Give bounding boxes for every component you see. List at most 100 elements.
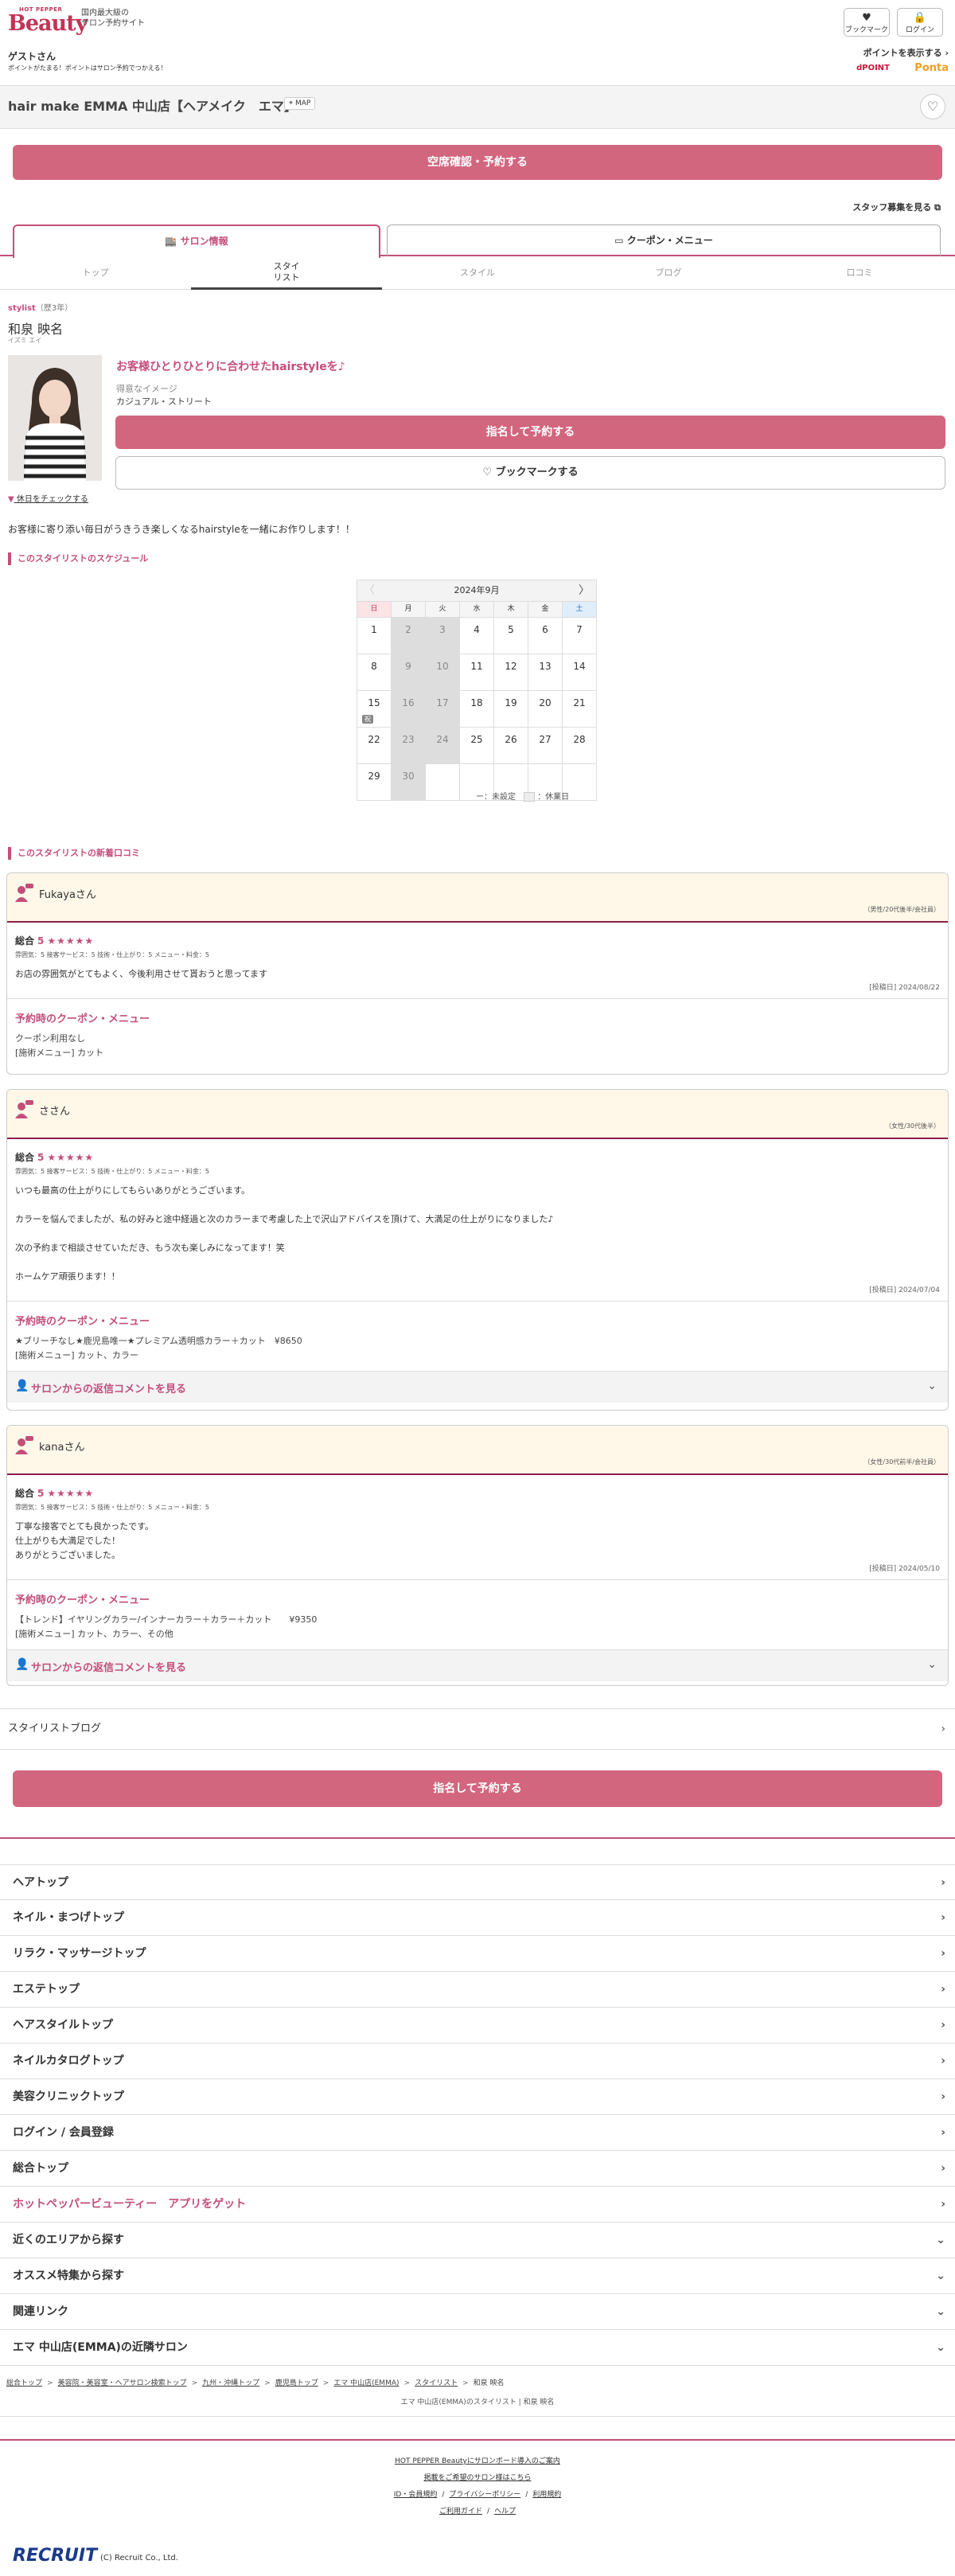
reviewer-icon — [15, 884, 33, 902]
nav-item[interactable]: ホットペッパービューティー アプリをゲット › — [0, 2187, 955, 2223]
day-number: 29 — [368, 771, 380, 782]
next-month-button[interactable]: 〉 — [579, 580, 590, 601]
calendar-day: 20 — [528, 691, 563, 728]
stylist-page-body: stylist（歴3年） 和泉 映名 イズミ エイ お客様ひとりひとりに合わせた… — [0, 290, 955, 2576]
day-number: 19 — [505, 697, 517, 708]
divider — [0, 1837, 955, 1839]
day-number: 17 — [436, 697, 449, 708]
footer-link-terms-id[interactable]: ID・会員規約 — [394, 2491, 438, 2499]
day-number: 16 — [402, 697, 415, 708]
calendar-day: 5 — [494, 618, 528, 654]
calendar-weekday: 火 — [426, 602, 460, 618]
review-total: 総合 5 ★★★★★ — [15, 1486, 940, 1500]
nav-item[interactable]: 美容クリニックトップ › — [0, 2079, 955, 2115]
footer-link-help[interactable]: ヘルプ — [494, 2508, 516, 2516]
breadcrumb-link[interactable]: 総合トップ — [6, 2379, 42, 2387]
guest-name: ゲストさん — [8, 51, 57, 62]
role-label: stylist — [8, 304, 36, 313]
subtab-top[interactable]: トップ — [0, 256, 191, 279]
reviewer-meta: （女性/30代後半） — [885, 1122, 940, 1130]
coupon-menu: [施術メニュー] カット、カラー、その他 — [15, 1629, 173, 1639]
nav-item[interactable]: 関連リンク ⌄ — [0, 2294, 955, 2330]
staff-recruit-link[interactable]: スタッフ募集を見る ⧉ — [0, 180, 955, 218]
review-text: お店の雰囲気がとてもよく、今後利用させて貰おうと思ってます — [15, 969, 268, 979]
nav-item[interactable]: 近くのエリアから探す ⌄ — [0, 2223, 955, 2258]
nav-item[interactable]: ネイル・まつげトップ › — [0, 1900, 955, 1936]
breadcrumb-separator: > — [191, 2379, 198, 2387]
chevron-right-icon: › — [941, 1876, 945, 1889]
login-button[interactable]: 🔒 ログイン — [897, 8, 943, 37]
chevron-right-icon: › — [941, 2198, 945, 2211]
map-button[interactable]: ⌖ MAP — [284, 97, 316, 110]
footer-link-listing[interactable]: 掲載をご希望のサロン様はこちら — [423, 2474, 531, 2482]
map-pin-icon: ⌖ — [289, 100, 294, 107]
schedule-heading: このスタイリストのスケジュール — [8, 552, 148, 565]
stylist-kana: イズミ エイ — [8, 337, 42, 344]
chevron-down-icon: ⌄ — [927, 1658, 937, 1671]
breadcrumb-link[interactable]: 美容院・美容室・ヘアサロン検索トップ — [58, 2379, 187, 2387]
tab-salon-info[interactable]: 🏬 サロン情報 — [13, 224, 380, 258]
reviewer-meta: （女性/30代前半/会社員） — [863, 1458, 940, 1466]
calendar-day: 13 — [528, 654, 563, 691]
review-date: [投稿日] 2024/05/10 — [869, 1565, 940, 1573]
footer-link-salonboard[interactable]: HOT PEPPER Beautyにサロンボード導入のご案内 — [395, 2457, 560, 2465]
calendar-day — [426, 764, 460, 801]
nav-item[interactable]: ネイルカタログトップ › — [0, 2043, 955, 2079]
subtab-style[interactable]: スタイル — [382, 256, 573, 279]
nav-item[interactable]: リラク・マッサージトップ › — [0, 1936, 955, 1972]
subtab-review[interactable]: 口コミ — [764, 256, 955, 279]
main-tabs: 🏬 サロン情報 ▭ クーポン・メニュー — [0, 224, 955, 258]
stylist-blog-link[interactable]: スタイリストブログ › — [0, 1708, 955, 1750]
nav-item[interactable]: エマ 中山店(EMMA)の近隣サロン ⌄ — [0, 2330, 955, 2366]
nav-item[interactable]: エステトップ › — [0, 1972, 955, 2008]
salon-reply-toggle[interactable]: 👤 サロンからの返信コメントを見る ⌄ — [7, 1371, 948, 1403]
total-label: 総合 — [15, 1488, 35, 1499]
chevron-right-icon: › — [941, 1723, 945, 1735]
footer-link-guide[interactable]: ご利用ガイド — [439, 2508, 482, 2516]
reply-label: サロンからの返信コメントを見る — [31, 1384, 187, 1395]
nav-item-label: 近くのエリアから探す — [13, 2234, 124, 2246]
breadcrumb-link[interactable]: スタイリスト — [415, 2379, 458, 2387]
show-points-link[interactable]: ポイントを表示する › — [863, 46, 949, 59]
calendar-day: 29 — [357, 764, 392, 801]
review-header: Fukayaさん （男性/20代後半/会社員） — [7, 873, 948, 923]
chevron-right-icon: › — [941, 2090, 945, 2103]
map-label: MAP — [294, 100, 311, 107]
calendar-day: 4 — [460, 618, 494, 654]
day-number: 27 — [539, 734, 552, 745]
nav-item[interactable]: ヘアトップ › — [0, 1864, 955, 1900]
breadcrumb-link[interactable]: 鹿児島トップ — [275, 2379, 318, 2387]
chevron-right-icon: › — [945, 48, 949, 58]
nominate-reserve-button[interactable]: 指名して予約する — [115, 416, 945, 449]
total-score: 5 — [37, 935, 45, 946]
calendar-month: 2024年9月 — [454, 585, 500, 595]
reserve-button[interactable]: 空席確認・予約する — [13, 145, 942, 180]
nav-item[interactable]: オススメ特集から探す ⌄ — [0, 2258, 955, 2294]
day-number: 24 — [436, 734, 449, 745]
breadcrumb-link[interactable]: 九州・沖縄トップ — [202, 2379, 259, 2387]
bookmark-list-label: ブックマーク — [844, 26, 888, 34]
footer-link-terms[interactable]: 利用規約 — [532, 2491, 561, 2499]
day-number: 30 — [402, 771, 415, 782]
reply-label: サロンからの返信コメントを見る — [31, 1662, 187, 1674]
calendar-weekday: 水 — [460, 602, 494, 618]
breadcrumb-link[interactable]: エマ 中山店(EMMA) — [333, 2379, 399, 2387]
subtab-blog[interactable]: ブログ — [573, 256, 764, 279]
tab-coupon-menu-label: クーポン・メニュー — [626, 235, 713, 246]
tab-coupon-menu[interactable]: ▭ クーポン・メニュー — [387, 224, 941, 256]
salon-reply-toggle[interactable]: 👤 サロンからの返信コメントを見る ⌄ — [7, 1649, 948, 1681]
nominate-reserve-button-bottom[interactable]: 指名して予約する — [13, 1770, 942, 1807]
footer-link-privacy[interactable]: プライバシーポリシー — [449, 2491, 520, 2499]
nav-item[interactable]: ログイン / 会員登録 › — [0, 2115, 955, 2151]
hotpepper-beauty-logo[interactable]: HOT PEPPER Beauty — [8, 6, 88, 37]
bookmark-list-button[interactable]: ♥ ブックマーク — [844, 8, 890, 37]
nav-item[interactable]: ヘアスタイルトップ › — [0, 2008, 955, 2043]
nav-item[interactable]: 総合トップ › — [0, 2151, 955, 2187]
holiday-check-link[interactable]: ▼ 休日をチェックする — [8, 492, 88, 504]
subtab-stylist[interactable]: スタイ リスト — [191, 256, 382, 290]
calendar-day: 25 — [460, 728, 494, 764]
stylist-bookmark-button[interactable]: ♡ ブックマークする — [115, 456, 945, 490]
prev-month-button[interactable]: 〈 — [364, 580, 375, 601]
login-label: ログイン — [905, 26, 934, 34]
salon-bookmark-button[interactable]: ♡ — [920, 94, 945, 119]
